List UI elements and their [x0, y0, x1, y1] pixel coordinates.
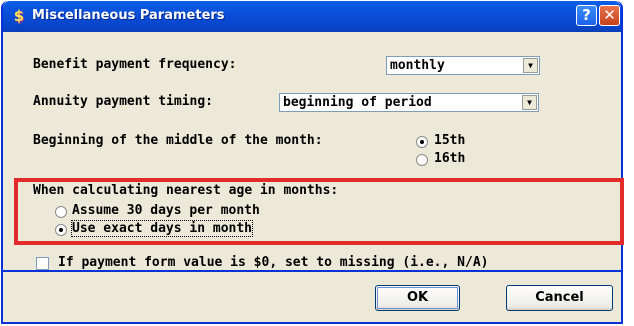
- radio-16th-label[interactable]: 16th: [434, 151, 465, 166]
- chevron-down-icon[interactable]: ▼: [523, 58, 538, 73]
- benefit-frequency-value: monthly: [390, 58, 445, 73]
- help-button[interactable]: ?: [576, 5, 597, 26]
- radio-assume-30-days-label[interactable]: Assume 30 days per month: [72, 203, 260, 218]
- annuity-timing-select[interactable]: beginning of period ▼: [279, 93, 539, 112]
- title-bar[interactable]: $ Miscellaneous Parameters ? ✕: [3, 1, 621, 32]
- help-icon: ?: [582, 6, 591, 24]
- ok-button[interactable]: OK: [375, 285, 460, 311]
- close-button[interactable]: ✕: [599, 5, 620, 26]
- missing-value-checkbox[interactable]: [36, 257, 49, 270]
- radio-15th[interactable]: [416, 136, 428, 148]
- nearest-age-label: When calculating nearest age in months:: [33, 183, 339, 198]
- chevron-down-icon[interactable]: ▼: [522, 95, 537, 110]
- cancel-button-label: Cancel: [535, 290, 584, 305]
- radio-assume-30-days[interactable]: [55, 206, 67, 218]
- radio-exact-days[interactable]: [55, 224, 67, 236]
- annuity-timing-label: Annuity payment timing:: [33, 94, 214, 109]
- cancel-button[interactable]: Cancel: [506, 285, 613, 311]
- missing-value-label[interactable]: If payment form value is $0, set to miss…: [58, 255, 488, 270]
- window-title: Miscellaneous Parameters: [32, 8, 225, 23]
- benefit-frequency-label: Benefit payment frequency:: [33, 57, 237, 72]
- close-icon: ✕: [603, 6, 616, 24]
- app-icon: $: [13, 7, 25, 25]
- annuity-timing-value: beginning of period: [283, 95, 432, 110]
- benefit-frequency-select[interactable]: monthly ▼: [386, 56, 540, 75]
- middle-of-month-label: Beginning of the middle of the month:: [33, 133, 323, 148]
- ok-button-label: OK: [406, 290, 429, 305]
- radio-15th-label[interactable]: 15th: [434, 133, 465, 148]
- radio-exact-days-label[interactable]: Use exact days in month: [70, 220, 254, 237]
- radio-16th[interactable]: [416, 154, 428, 166]
